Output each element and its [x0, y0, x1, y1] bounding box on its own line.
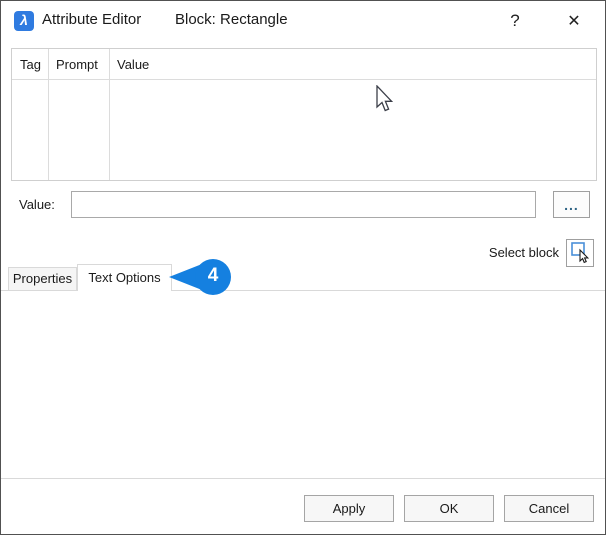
attribute-editor-dialog: λ Attribute Editor Block: Rectangle ? ✕ …: [0, 0, 606, 535]
cancel-button[interactable]: Cancel: [504, 495, 594, 522]
pick-block-icon: [568, 240, 592, 264]
header-divider: [12, 79, 596, 80]
tab-properties[interactable]: Properties: [8, 267, 77, 290]
text-options-panel: [1, 290, 605, 479]
attribute-table[interactable]: Tag Prompt Value: [11, 48, 597, 181]
callout-number: 4: [201, 265, 225, 287]
step-callout: 4: [169, 258, 233, 296]
column-divider: [48, 49, 49, 180]
apply-button[interactable]: Apply: [304, 495, 394, 522]
tab-text-options[interactable]: Text Options: [77, 264, 172, 291]
value-input[interactable]: [71, 191, 536, 218]
column-header-value: Value: [117, 57, 149, 72]
browse-button[interactable]: ...: [553, 191, 590, 218]
window-title: Attribute Editor: [42, 11, 141, 28]
column-divider: [109, 49, 110, 180]
window-subtitle: Block: Rectangle: [175, 11, 288, 28]
column-header-tag: Tag: [20, 57, 41, 72]
help-button[interactable]: ?: [499, 7, 531, 35]
app-icon: λ: [14, 11, 34, 31]
ok-button[interactable]: OK: [404, 495, 494, 522]
select-block-label: Select block: [441, 245, 559, 260]
titlebar: λ Attribute Editor Block: Rectangle ? ✕: [1, 1, 605, 41]
value-label: Value:: [19, 197, 55, 212]
select-block-button[interactable]: [566, 239, 594, 267]
column-header-prompt: Prompt: [56, 57, 98, 72]
close-button[interactable]: ✕: [557, 7, 591, 35]
mouse-cursor-icon: [375, 85, 395, 115]
